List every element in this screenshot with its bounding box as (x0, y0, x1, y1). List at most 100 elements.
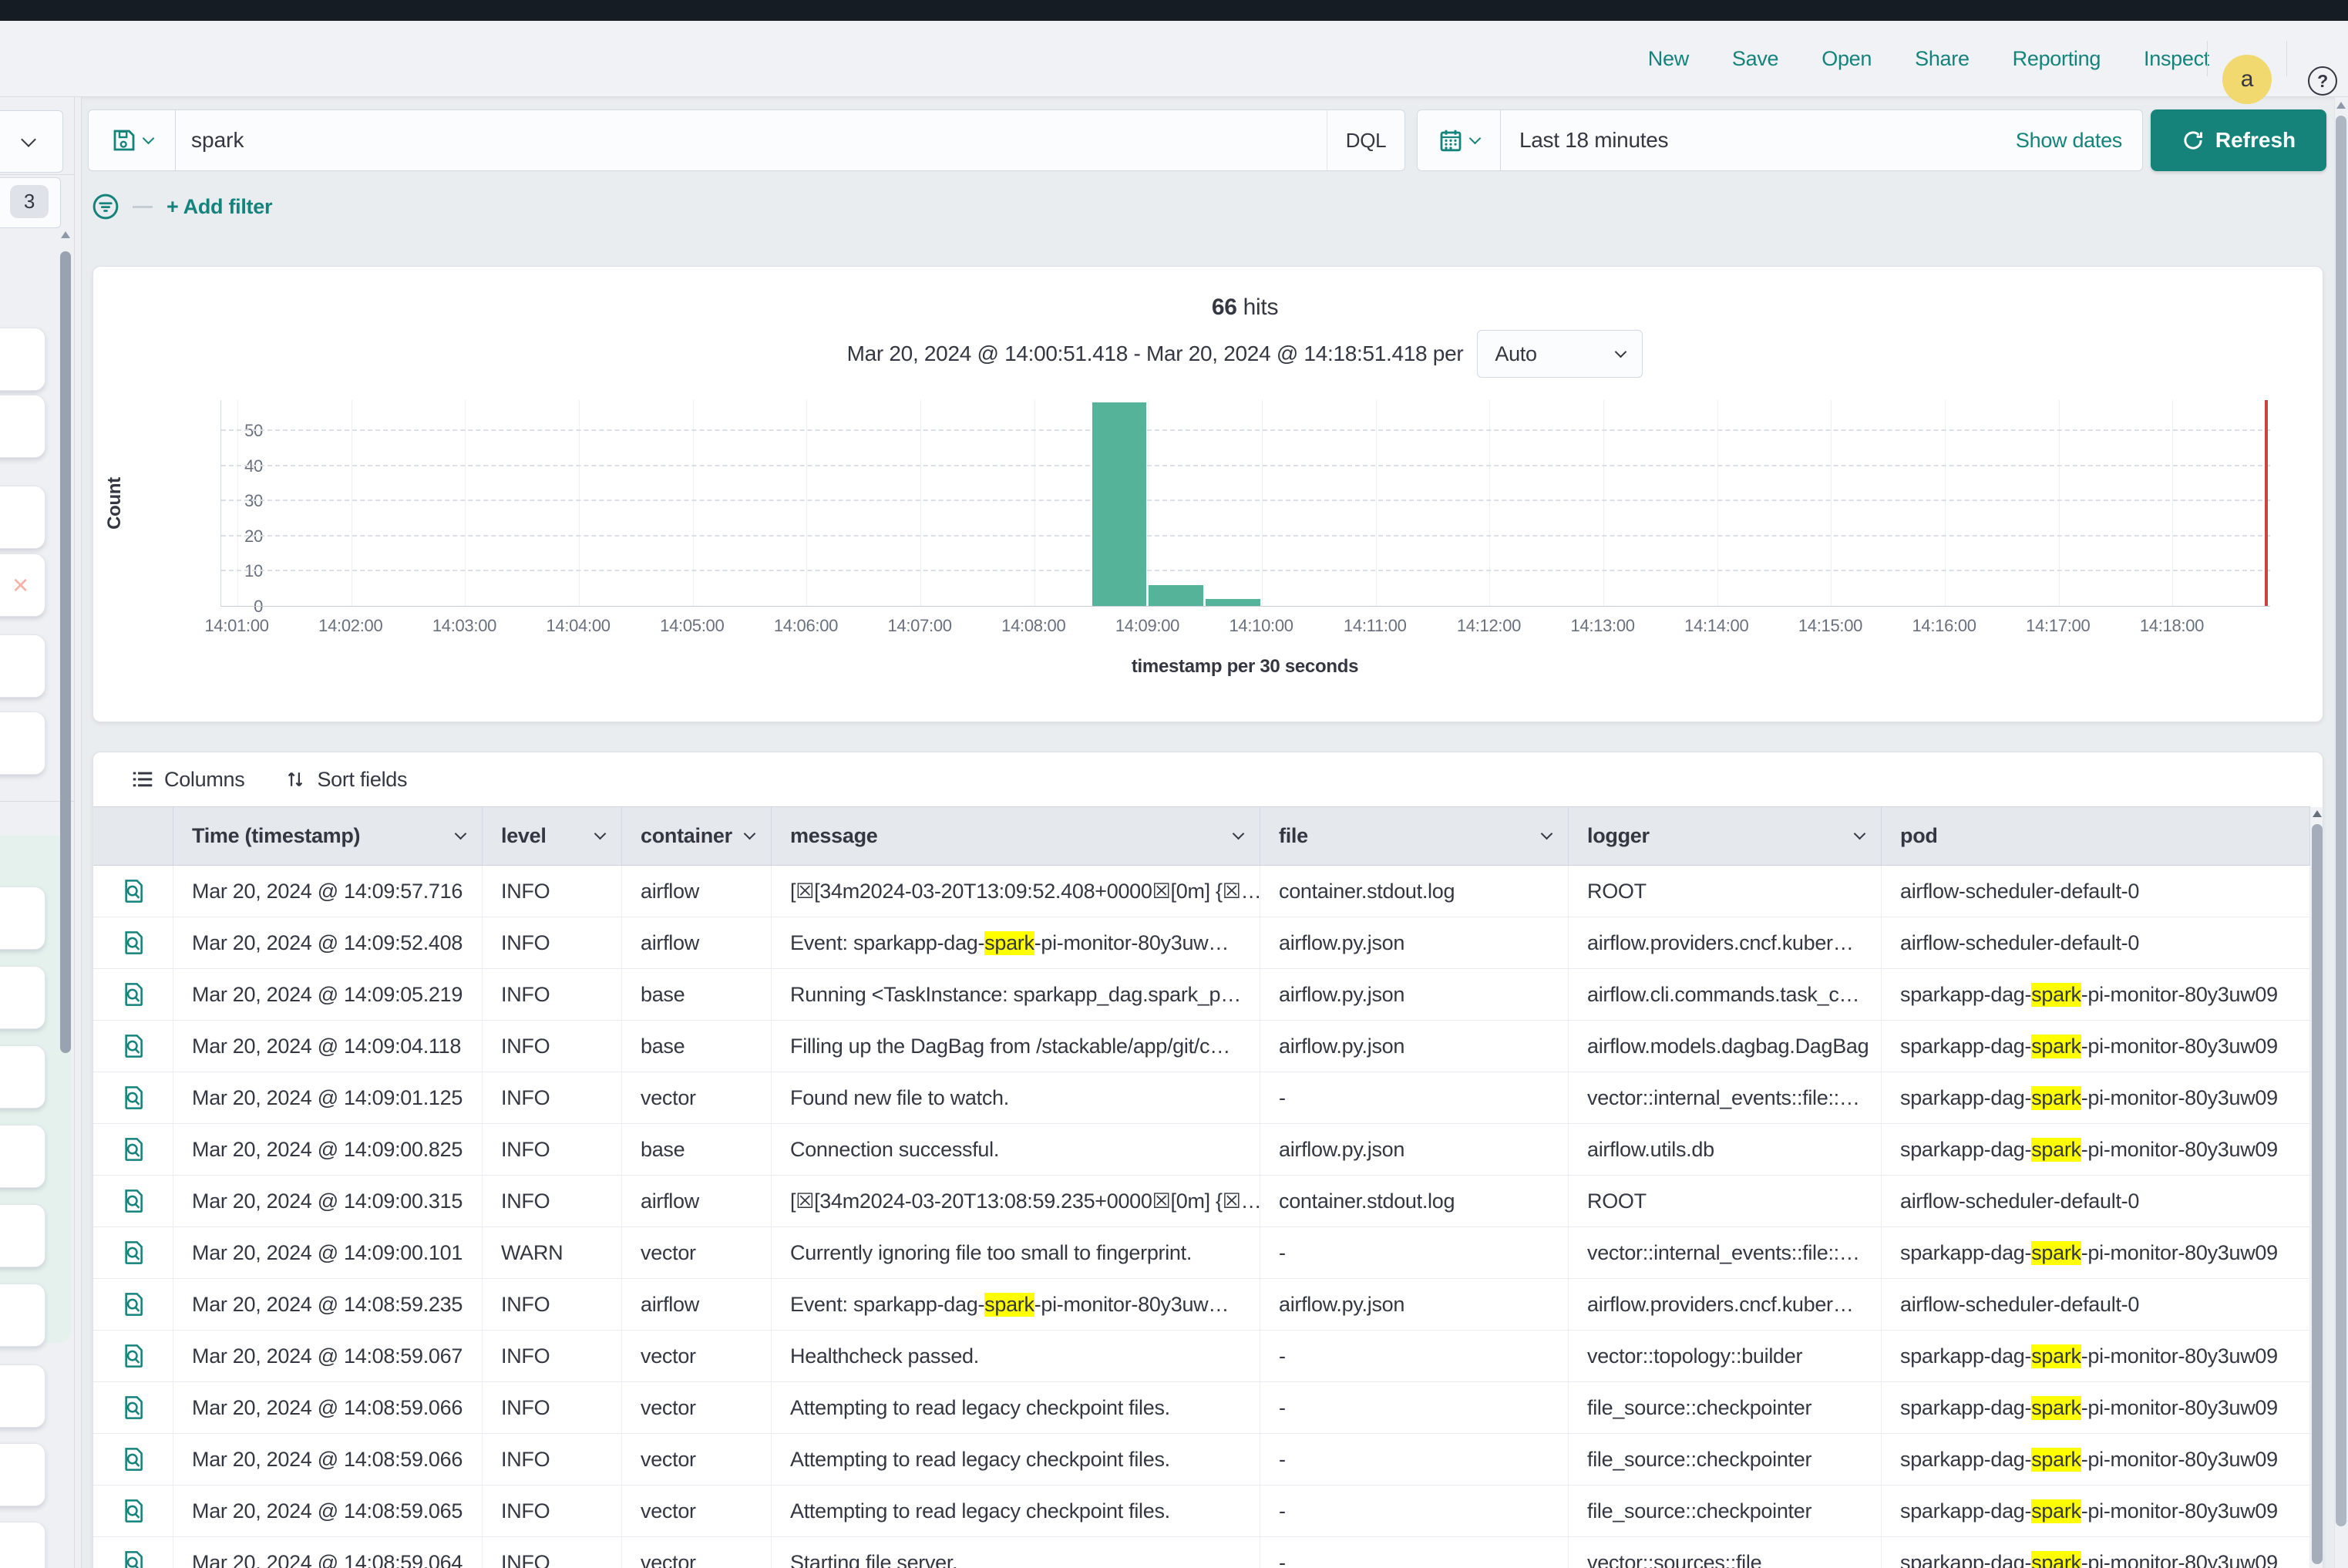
histogram-bar[interactable] (1206, 599, 1260, 606)
column-header-time-timestamp-[interactable]: Time (timestamp) (173, 807, 483, 865)
cell-pod-highlight: spark (2031, 983, 2081, 1007)
column-header-label: pod (1900, 824, 1938, 848)
expand-document-button[interactable] (93, 1486, 173, 1536)
time-range-value[interactable]: Last 18 minutes (1501, 128, 2016, 153)
x-tick-label: 14:17:00 (2026, 616, 2090, 636)
scroll-up-arrow[interactable] (2336, 102, 2346, 109)
sidebar-field-card[interactable] (0, 486, 45, 549)
cell-level: INFO (483, 1331, 622, 1381)
histogram-bar[interactable] (1092, 402, 1147, 606)
scrollbar-thumb[interactable] (60, 251, 71, 1053)
expand-document-button[interactable] (93, 1382, 173, 1433)
column-header-file[interactable]: file (1260, 807, 1569, 865)
nav-item-reporting[interactable]: Reporting (2013, 47, 2101, 71)
sidebar-collapse-button[interactable] (0, 110, 63, 173)
scroll-up-arrow[interactable] (61, 231, 70, 238)
search-input[interactable] (176, 110, 1327, 170)
histogram-bar[interactable] (1149, 585, 1203, 606)
cell-message: Attempting to read legacy checkpoint fil… (772, 1434, 1260, 1485)
header-nav: New Save Open Share Reporting Inspect (1648, 21, 2209, 96)
cell-message: [☒[34m2024-03-20T13:08:59.235+0000☒[0m] … (772, 1176, 1260, 1226)
cell-message-text: Attempting to read legacy checkpoint fil… (790, 1448, 1170, 1472)
add-filter-button[interactable]: + Add filter (167, 195, 272, 219)
column-header-logger[interactable]: logger (1569, 807, 1882, 865)
y-gridline (221, 500, 2270, 501)
x-tick-label: 14:02:00 (318, 616, 382, 636)
column-header-container[interactable]: container (622, 807, 772, 865)
sidebar-field-card[interactable] (0, 712, 45, 775)
saved-queries-button[interactable] (89, 110, 176, 170)
expand-document-button[interactable] (93, 1021, 173, 1072)
histogram-plot[interactable] (220, 400, 2270, 607)
cell-pod-highlight: spark (2031, 1499, 2081, 1523)
nav-item-save[interactable]: Save (1732, 47, 1778, 71)
scroll-up-arrow[interactable] (2313, 810, 2322, 817)
expand-document-button[interactable] (93, 1331, 173, 1381)
sidebar-field-card[interactable] (0, 1204, 45, 1267)
expand-document-button[interactable] (93, 1072, 173, 1123)
inspect-document-icon (120, 878, 146, 904)
date-quick-select-button[interactable] (1418, 110, 1501, 170)
nav-item-open[interactable]: Open (1822, 47, 1872, 71)
table-row: Mar 20, 2024 @ 14:09:05.219INFObaseRunni… (93, 969, 2310, 1021)
cell-message-text: Running <TaskInstance: sparkapp_dag.spar… (790, 983, 1241, 1007)
cell-logger: vector::sources::file (1569, 1537, 1882, 1568)
sidebar-field-card[interactable] (0, 1443, 45, 1506)
cell-pod-text: sparkapp-dag- (1900, 1448, 2031, 1472)
expand-document-button[interactable] (93, 1434, 173, 1485)
scrollbar-thumb[interactable] (2312, 824, 2323, 1564)
cell-level: INFO (483, 1072, 622, 1123)
table-scrollbar[interactable] (2310, 807, 2323, 1568)
expand-document-button[interactable] (93, 917, 173, 968)
sidebar-field-card[interactable]: × (0, 554, 45, 617)
expand-document-button[interactable] (93, 866, 173, 917)
sidebar-field-card[interactable] (0, 1125, 45, 1188)
cell-level: INFO (483, 1537, 622, 1568)
refresh-icon (2181, 129, 2205, 152)
expand-document-button[interactable] (93, 1279, 173, 1330)
nav-item-inspect[interactable]: Inspect (2144, 47, 2209, 71)
cell-pod: sparkapp-dag-spark-pi-monitor-80y3uw09 (1882, 969, 2310, 1020)
sidebar-field-card[interactable] (0, 1284, 45, 1347)
sidebar-border (81, 97, 82, 1568)
interval-select[interactable]: Auto (1477, 330, 1643, 378)
sidebar-field-card[interactable] (0, 1364, 45, 1428)
query-language-button[interactable]: DQL (1327, 110, 1404, 170)
chart-subtitle-row: Mar 20, 2024 @ 14:00:51.418 - Mar 20, 20… (220, 330, 2269, 378)
sidebar-field-card[interactable] (0, 887, 45, 950)
column-header-message[interactable]: message (772, 807, 1260, 865)
page-scrollbar[interactable] (2334, 97, 2348, 1568)
sidebar-field-card[interactable] (0, 1522, 45, 1568)
column-header-label: file (1279, 824, 1308, 848)
sidebar-field-card[interactable] (0, 395, 45, 458)
column-header-level[interactable]: level (483, 807, 622, 865)
x-axis-line (221, 606, 2270, 607)
expand-document-button[interactable] (93, 1537, 173, 1568)
remove-field-icon[interactable]: × (12, 571, 29, 599)
refresh-button[interactable]: Refresh (2151, 109, 2326, 171)
sidebar-field-card[interactable] (0, 966, 45, 1029)
expand-document-button[interactable] (93, 1124, 173, 1175)
avatar[interactable]: a (2222, 55, 2272, 104)
expand-document-button[interactable] (93, 1176, 173, 1226)
sort-fields-button[interactable]: Sort fields (284, 768, 407, 792)
sidebar-field-card[interactable] (0, 634, 45, 698)
columns-button[interactable]: Columns (132, 768, 244, 792)
y-gridline (221, 535, 2270, 537)
sidebar-scrollbar[interactable] (60, 231, 71, 1164)
expand-document-button[interactable] (93, 1227, 173, 1278)
help-icon[interactable]: ? (2308, 66, 2337, 96)
nav-item-share[interactable]: Share (1915, 47, 1970, 71)
table-row: Mar 20, 2024 @ 14:08:59.066INFOvectorAtt… (93, 1434, 2310, 1486)
sidebar-field-card[interactable] (0, 1045, 45, 1109)
column-header-pod[interactable]: pod (1882, 807, 2310, 865)
refresh-label: Refresh (2215, 128, 2296, 153)
y-tick-label: 50 (244, 421, 263, 441)
nav-item-new[interactable]: New (1648, 47, 1689, 71)
scrollbar-thumb[interactable] (2336, 116, 2346, 1526)
cell-pod-text: sparkapp-dag- (1900, 1344, 2031, 1368)
show-dates-link[interactable]: Show dates (2016, 129, 2142, 153)
expand-document-button[interactable] (93, 969, 173, 1020)
sidebar-field-card[interactable] (0, 328, 45, 391)
cell-message: Attempting to read legacy checkpoint fil… (772, 1486, 1260, 1536)
